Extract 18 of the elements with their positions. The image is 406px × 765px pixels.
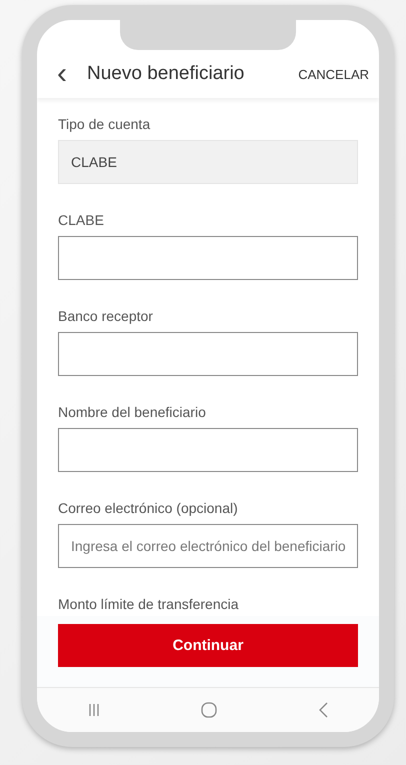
back-icon[interactable] [318, 702, 328, 718]
screen-title: Nuevo beneficiario [87, 63, 246, 85]
field-label: Correo electrónico (opcional) [58, 500, 239, 516]
input-field[interactable]: Ingresa el correo electrónico del beneficiario [58, 524, 358, 568]
recent-apps-icon[interactable] [88, 703, 100, 717]
continue-button[interactable]: Continuar [58, 624, 358, 667]
input-field[interactable] [58, 236, 358, 280]
field-label: Banco receptor [58, 308, 154, 324]
back-button[interactable]: ‹ [57, 59, 67, 89]
account-type-field[interactable]: CLABE [58, 140, 358, 184]
input-field[interactable] [58, 332, 358, 376]
field-label: Monto límite de transferencia [58, 596, 240, 612]
cancel-button[interactable]: CANCELAR [296, 62, 371, 86]
field-label: Tipo de cuenta [58, 116, 152, 132]
input-field[interactable] [58, 428, 358, 472]
field-label: Nombre del beneficiario [58, 404, 207, 420]
field-label: CLABE [58, 212, 105, 228]
home-icon[interactable] [200, 702, 217, 718]
